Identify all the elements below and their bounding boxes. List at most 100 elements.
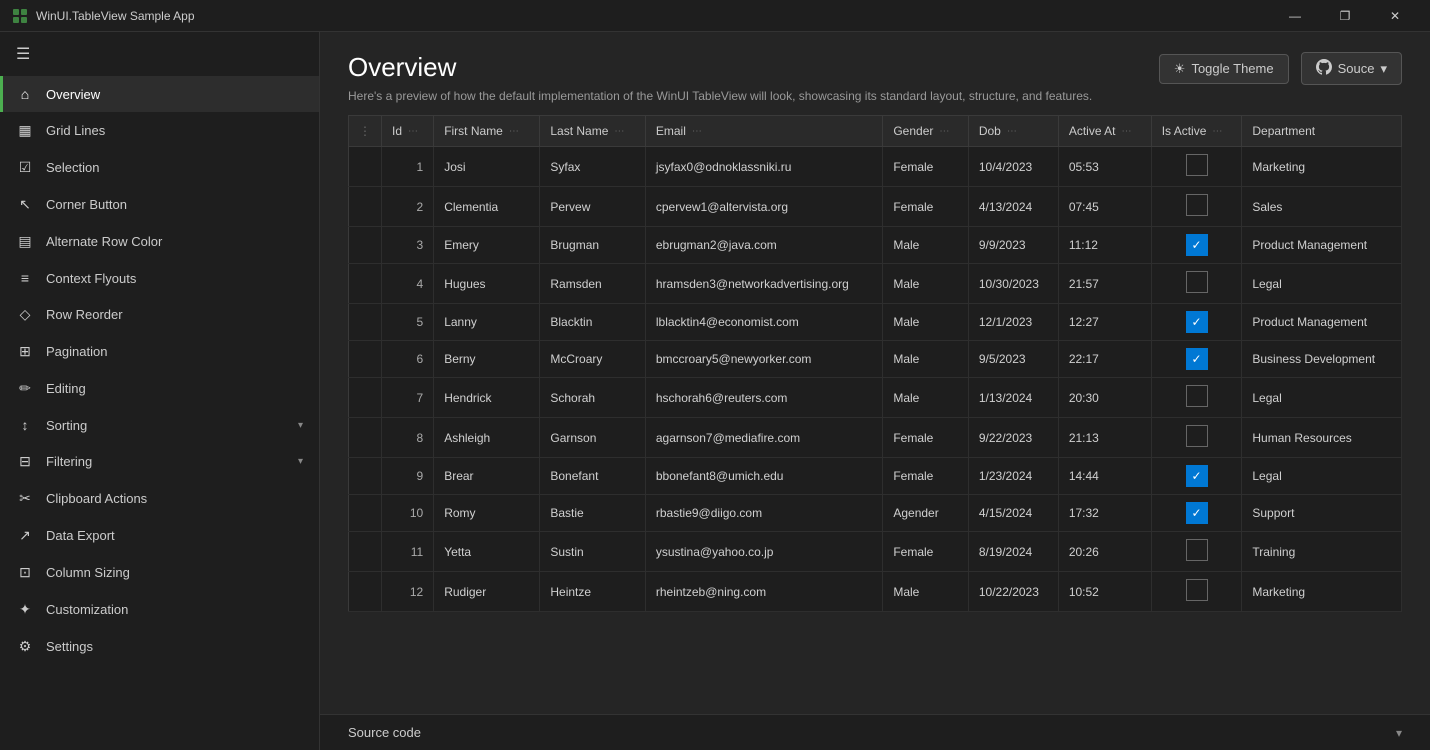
sidebar-item-row-reorder[interactable]: ◇ Row Reorder (0, 296, 319, 333)
cell-active-at: 10:52 (1058, 572, 1151, 612)
col-header-dob[interactable]: Dob⋯ (968, 116, 1058, 147)
sidebar-item-customization[interactable]: ✦ Customization (0, 591, 319, 628)
cell-last-name: Blacktin (540, 304, 645, 341)
sidebar-item-overview[interactable]: ⌂ Overview (0, 76, 319, 112)
cell-is-active[interactable]: ✓ (1151, 458, 1242, 495)
toggle-theme-button[interactable]: ☀ Toggle Theme (1159, 54, 1289, 84)
cell-is-active[interactable]: ✓ (1151, 495, 1242, 532)
cell-is-active[interactable] (1151, 418, 1242, 458)
sidebar-item-data-export[interactable]: ↗ Data Export (0, 517, 319, 554)
table-row[interactable]: 7HendrickSchorahhschorah6@reuters.comMal… (349, 378, 1402, 418)
is-active-checkbox[interactable] (1186, 194, 1208, 216)
col-header-id[interactable]: Id⋯ (382, 116, 434, 147)
cell-first-name: Romy (434, 495, 540, 532)
cell-last-name: McCroary (540, 341, 645, 378)
cell-is-active[interactable] (1151, 378, 1242, 418)
cell-active-at: 11:12 (1058, 227, 1151, 264)
col-header-email[interactable]: Email⋯ (645, 116, 882, 147)
table-row[interactable]: 10RomyBastierbastie9@diigo.comAgender4/1… (349, 495, 1402, 532)
sidebar-item-label: Overview (46, 87, 303, 102)
cell-department: Product Management (1242, 304, 1402, 341)
minimize-button[interactable]: — (1272, 0, 1318, 32)
maximize-button[interactable]: ❐ (1322, 0, 1368, 32)
table-row[interactable]: 11YettaSustinysustina@yahoo.co.jpFemale8… (349, 532, 1402, 572)
col-header-last_name[interactable]: Last Name⋯ (540, 116, 645, 147)
table-row[interactable]: 2ClementiaPervewcpervew1@altervista.orgF… (349, 187, 1402, 227)
table-row[interactable]: 8AshleighGarnsonagarnson7@mediafire.comF… (349, 418, 1402, 458)
sidebar-item-column-sizing[interactable]: ⊡ Column Sizing (0, 554, 319, 591)
col-header-first_name[interactable]: First Name⋯ (434, 116, 540, 147)
is-active-checkbox[interactable]: ✓ (1186, 465, 1208, 487)
cell-is-active[interactable] (1151, 532, 1242, 572)
cell-email: ysustina@yahoo.co.jp (645, 532, 882, 572)
is-active-checkbox[interactable] (1186, 425, 1208, 447)
col-header-gender[interactable]: Gender⋯ (883, 116, 969, 147)
sidebar-item-alternate-row-color[interactable]: ▤ Alternate Row Color (0, 223, 319, 260)
sidebar-item-grid-lines[interactable]: ▦ Grid Lines (0, 112, 319, 149)
close-button[interactable]: ✕ (1372, 0, 1418, 32)
cell-active-at: 22:17 (1058, 341, 1151, 378)
source-bar[interactable]: Source code ▾ (320, 714, 1430, 750)
table-body: 1JosiSyfaxjsyfax0@odnoklassniki.ruFemale… (349, 147, 1402, 612)
is-active-checkbox[interactable]: ✓ (1186, 502, 1208, 524)
hamburger-menu[interactable]: ☰ (16, 44, 30, 64)
table-row[interactable]: 6BernyMcCroarybmccroary5@newyorker.comMa… (349, 341, 1402, 378)
is-active-checkbox[interactable] (1186, 154, 1208, 176)
col-header-active_at[interactable]: Active At⋯ (1058, 116, 1151, 147)
main-content: Overview Here's a preview of how the def… (320, 32, 1430, 750)
is-active-checkbox[interactable] (1186, 579, 1208, 601)
row-menu-col (349, 187, 382, 227)
table-row[interactable]: 12RudigerHeintzerheintzeb@ning.comMale10… (349, 572, 1402, 612)
cell-is-active[interactable]: ✓ (1151, 304, 1242, 341)
is-active-checkbox[interactable] (1186, 539, 1208, 561)
table-row[interactable]: 3EmeryBrugmanebrugman2@java.comMale9/9/2… (349, 227, 1402, 264)
table-row[interactable]: 9BrearBonefantbbonefant8@umich.eduFemale… (349, 458, 1402, 495)
cell-is-active[interactable]: ✓ (1151, 341, 1242, 378)
page-title: Overview (348, 52, 1092, 83)
column-menu-icon: ⋮ (359, 124, 371, 138)
clipboard-actions-icon: ✂ (16, 490, 34, 507)
cell-id: 3 (382, 227, 434, 264)
sidebar-item-context-flyouts[interactable]: ≡ Context Flyouts (0, 260, 319, 296)
cell-is-active[interactable] (1151, 264, 1242, 304)
cell-is-active[interactable] (1151, 147, 1242, 187)
cell-email: agarnson7@mediafire.com (645, 418, 882, 458)
cell-active-at: 17:32 (1058, 495, 1151, 532)
col-label-gender: Gender (893, 124, 933, 138)
sidebar-item-label: Clipboard Actions (46, 491, 303, 506)
cell-id: 11 (382, 532, 434, 572)
sidebar-item-label: Grid Lines (46, 123, 303, 138)
table-row[interactable]: 4HuguesRamsdenhramsden3@networkadvertisi… (349, 264, 1402, 304)
cell-id: 12 (382, 572, 434, 612)
cell-active-at: 20:30 (1058, 378, 1151, 418)
sidebar-item-corner-button[interactable]: ↖ Corner Button (0, 186, 319, 223)
table-row[interactable]: 1JosiSyfaxjsyfax0@odnoklassniki.ruFemale… (349, 147, 1402, 187)
col-header-is_active[interactable]: Is Active⋯ (1151, 116, 1242, 147)
is-active-checkbox[interactable]: ✓ (1186, 234, 1208, 256)
cell-is-active[interactable] (1151, 572, 1242, 612)
sidebar-item-sorting[interactable]: ↕ Sorting ▾ (0, 407, 319, 443)
sidebar-item-clipboard-actions[interactable]: ✂ Clipboard Actions (0, 480, 319, 517)
sidebar-item-label: Editing (46, 381, 303, 396)
table-row[interactable]: 5LannyBlacktinlblacktin4@economist.comMa… (349, 304, 1402, 341)
col-header-department[interactable]: Department (1242, 116, 1402, 147)
is-active-checkbox[interactable]: ✓ (1186, 348, 1208, 370)
cell-id: 6 (382, 341, 434, 378)
sidebar-item-settings[interactable]: ⚙ Settings (0, 628, 319, 665)
cell-is-active[interactable]: ✓ (1151, 227, 1242, 264)
cell-gender: Male (883, 264, 969, 304)
is-active-checkbox[interactable] (1186, 271, 1208, 293)
sidebar-item-filtering[interactable]: ⊟ Filtering ▾ (0, 443, 319, 480)
sidebar-item-pagination[interactable]: ⊞ Pagination (0, 333, 319, 370)
cell-first-name: Lanny (434, 304, 540, 341)
cell-dob: 10/30/2023 (968, 264, 1058, 304)
cell-last-name: Bonefant (540, 458, 645, 495)
chevron-icon: ▾ (298, 420, 303, 431)
app-body: ☰ ⌂ Overview ▦ Grid Lines ☑ Selection ↖ … (0, 32, 1430, 750)
sidebar-item-selection[interactable]: ☑ Selection (0, 149, 319, 186)
is-active-checkbox[interactable]: ✓ (1186, 311, 1208, 333)
source-button[interactable]: Souce ▾ (1301, 52, 1402, 85)
sidebar-item-editing[interactable]: ✏ Editing (0, 370, 319, 407)
is-active-checkbox[interactable] (1186, 385, 1208, 407)
cell-is-active[interactable] (1151, 187, 1242, 227)
